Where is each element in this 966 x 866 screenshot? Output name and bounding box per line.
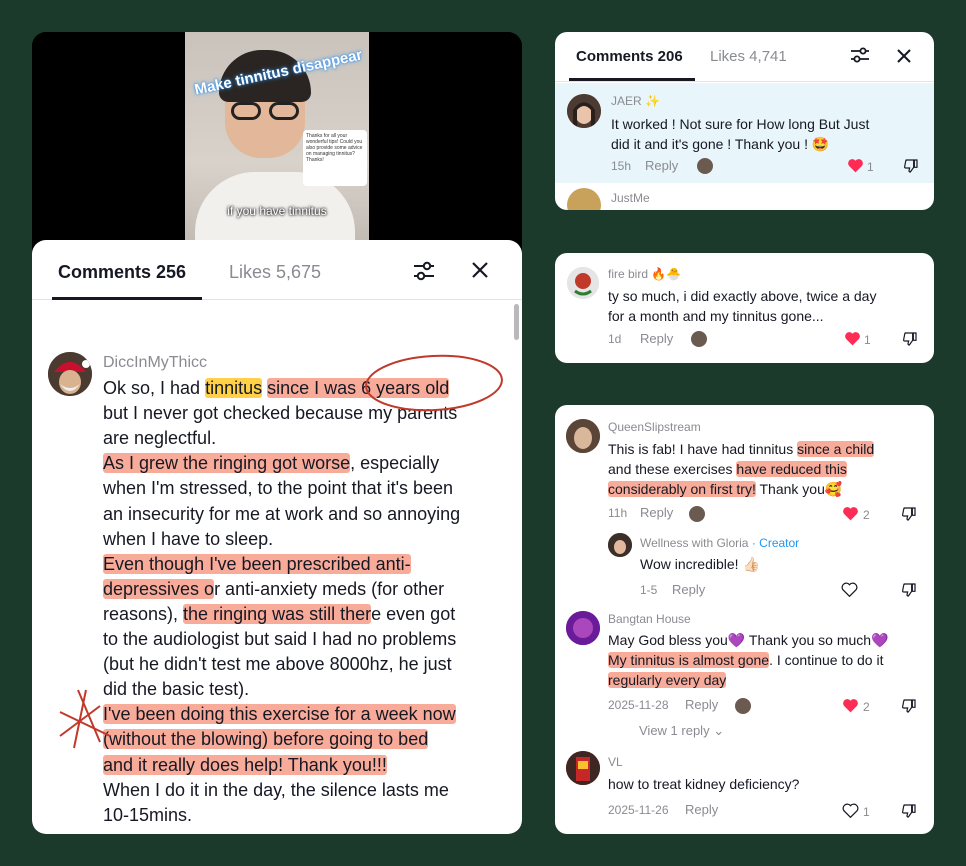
creator-liked-avatar [691,331,707,347]
creator-badge: · Creator [751,536,800,550]
avatar[interactable] [608,533,632,557]
close-icon[interactable] [896,48,912,64]
comment-username[interactable]: QueenSlipstream [608,420,701,434]
comment-text-line-1: Wow incredible! 👍🏻 [640,556,760,572]
comment-text-line-1: how to treat kidney deficiency? [608,776,800,792]
active-tab-underline [569,78,695,81]
dislike-icon[interactable] [901,506,917,522]
comment-username[interactable]: Bangtan House [608,612,691,626]
comment-text-line-1: This is fab! I have had tinnitus since a… [608,441,875,457]
comment-text-line-1: May God bless you💜 Thank you so much💜 [608,632,889,648]
avatar[interactable] [567,267,599,299]
comment-username[interactable]: fire bird 🔥🐣 [608,267,681,281]
comment-time: 15h [611,159,632,173]
like-count: 1 [867,160,874,174]
avatar[interactable] [566,419,600,453]
tab-likes[interactable]: Likes 4,741 [710,48,787,65]
like-count: 1 [864,333,871,347]
heart-outline-icon[interactable] [842,803,859,818]
avatar-next[interactable] [567,188,601,210]
comment-text-line-2: My tinnitus is almost gone. I continue t… [608,652,884,668]
comments-card-1: Comments 206 Likes 4,741 JAER ✨ It worke… [555,32,934,210]
avatar[interactable] [566,751,600,785]
avatar[interactable] [566,611,600,645]
heart-icon[interactable] [844,331,861,346]
creator-liked-avatar [735,698,751,714]
reply-button[interactable]: Reply [685,697,718,712]
annotation-circle-age [365,354,503,412]
comments-card-3: QueenSlipstream This is fab! I have had … [555,405,934,834]
heart-icon[interactable] [847,158,864,173]
comment-text-line-1: ty so much, i did exactly above, twice a… [608,288,877,304]
dislike-icon[interactable] [902,331,918,347]
comment-username[interactable]: JAER ✨ [611,94,660,108]
comment-text-line-2: did it and it's gone ! Thank you ! 🤩 [611,136,830,152]
comment-text-line-2: for a month and my tinnitus gone... [608,308,824,324]
comment-text-line-3: regularly every day [608,672,727,688]
reply-button[interactable]: Reply [685,802,718,817]
comment-text-line-2: and these exercises have reduced this [608,461,847,477]
tab-comments[interactable]: Comments 206 [576,48,683,65]
comment-username[interactable]: Wellness with Gloria · Creator [640,536,799,550]
filter-icon[interactable] [850,46,870,64]
comment-text-line-3: considerably on first try! Thank you🥰 [608,481,843,497]
comment-time: 1d [608,332,622,346]
reply-button[interactable]: Reply [640,331,673,346]
dislike-icon[interactable] [901,698,917,714]
heart-icon[interactable] [842,506,859,521]
like-count: 1 [863,805,870,819]
annotation-star [59,689,111,749]
dislike-icon[interactable] [901,803,917,819]
reply-button[interactable]: Reply [645,158,678,173]
tab-bar: Comments 206 Likes 4,741 [555,32,934,82]
comment-username-next[interactable]: JustMe [611,191,650,205]
comment-text-line-1: It worked ! Not sure for How long But Ju… [611,116,870,132]
comment-username[interactable]: VL [608,755,623,769]
reply-button[interactable]: Reply [672,582,705,597]
dislike-icon[interactable] [901,582,917,598]
view-replies-button[interactable]: View 1 reply ⌄ [639,723,724,739]
comments-card-2: fire bird 🔥🐣 ty so much, i did exactly a… [555,253,934,363]
comment-time: 1-5 [640,583,658,597]
like-count: 2 [863,700,870,714]
like-count: 2 [863,508,870,522]
heart-icon[interactable] [842,698,859,713]
heart-outline-icon[interactable] [841,582,858,597]
avatar[interactable] [567,94,601,128]
creator-liked-avatar [697,158,713,174]
comment-time: 2025-11-28 [608,698,669,712]
comment-time: 11h [608,506,628,520]
creator-liked-avatar [689,506,705,522]
comment-time: 2025-11-26 [608,803,669,817]
dislike-icon[interactable] [903,158,919,174]
reply-button[interactable]: Reply [640,505,673,520]
